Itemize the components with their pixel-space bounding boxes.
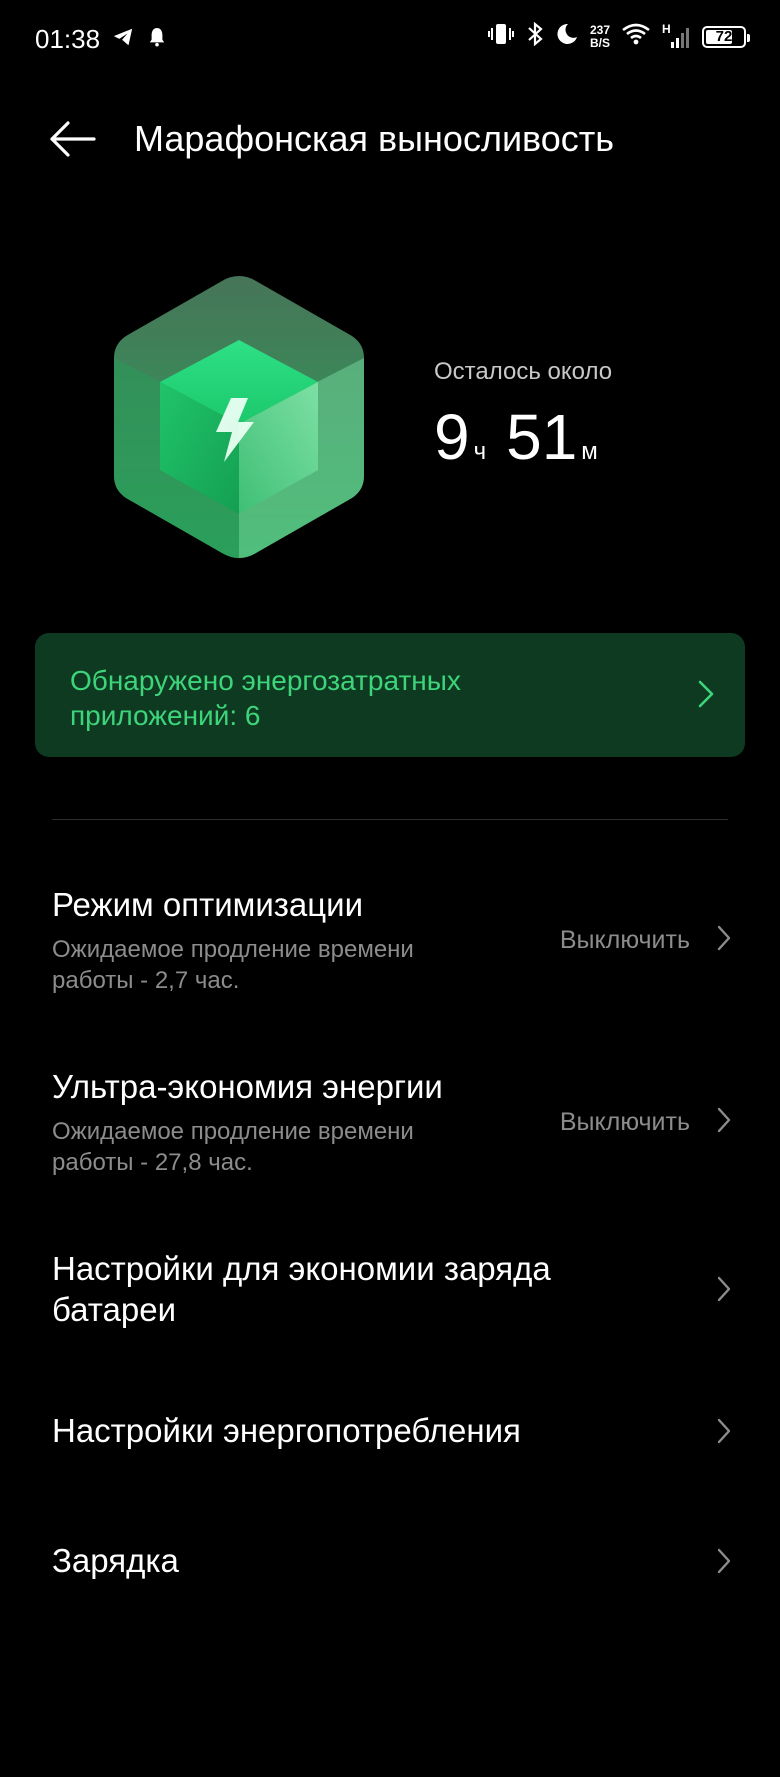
charging-title: Зарядка [52,1542,179,1579]
bluetooth-icon [526,21,544,51]
chevron-right-icon [717,1276,731,1302]
charging-row[interactable]: Зарядка [0,1538,780,1588]
signal-icon: H [662,22,690,50]
status-left-icons [112,26,166,53]
remaining-time-block: Осталось около 9 ч 51 м [434,358,618,474]
optimization-mode-action[interactable]: Выключить [560,926,690,955]
app-header: Марафонская выносливость [0,100,780,180]
battery-level: 72 [715,28,733,45]
chevron-right-icon [717,925,731,951]
remaining-time: 9 ч 51 м [434,400,618,474]
power-consumption-settings-row[interactable]: Настройки энергопотребления [0,1408,780,1458]
ultra-power-saving-row[interactable]: Ультра-экономия энергии Ожидаемое продле… [0,1062,780,1192]
minutes-unit: м [581,438,598,465]
ultra-power-saving-action[interactable]: Выключить [560,1108,690,1137]
remaining-hours: 9 [434,401,470,473]
battery-saving-settings-title: Настройки для экономии заряда батареи [52,1250,551,1328]
network-speed-unit: B/S [589,35,610,50]
status-time: 01:38 [35,24,101,54]
ultra-power-saving-subtitle: Ожидаемое продление времени работы - 27,… [52,1118,414,1176]
status-right-icons: 237 B/S H 72 [487,21,750,51]
optimization-mode-subtitle: Ожидаемое продление времени работы - 2,7… [52,936,414,994]
chevron-right-icon [717,1107,731,1133]
hours-unit: ч [473,438,487,465]
network-speed: 237 B/S [589,22,610,50]
chevron-right-icon [698,680,714,708]
page-title: Марафонская выносливость [134,118,615,159]
network-speed-value: 237 [589,22,610,37]
chevron-right-icon [717,1548,731,1574]
ultra-power-saving-title: Ультра-экономия энергии [52,1068,443,1105]
vibrate-icon [487,23,514,50]
arrow-left-icon [50,121,96,157]
optimization-mode-title: Режим оптимизации [52,886,364,923]
telegram-icon [112,26,134,53]
chevron-right-icon [717,1418,731,1444]
battery-saving-settings-row[interactable]: Настройки для экономии заряда батареи [0,1246,780,1336]
power-consumption-settings-title: Настройки энергопотребления [52,1412,521,1449]
notification-bell-icon [148,27,166,52]
divider [52,819,728,820]
battery-icon: 72 [702,25,750,48]
remaining-label: Осталось около [434,358,613,385]
optimization-mode-row[interactable]: Режим оптимизации Ожидаемое продление вр… [0,880,780,1010]
back-button[interactable] [44,114,100,164]
power-intensive-apps-card[interactable]: Обнаружено энергозатратных приложений: 6 [35,633,745,757]
do-not-disturb-moon-icon [556,23,578,50]
wifi-icon [622,23,650,50]
status-bar: 01:38 237 B/S H 72 [0,0,780,80]
remaining-minutes: 51 [506,401,578,473]
power-intensive-apps-text: Обнаружено энергозатратных приложений: 6 [70,665,461,731]
battery-cube-lightning-icon [108,272,370,562]
